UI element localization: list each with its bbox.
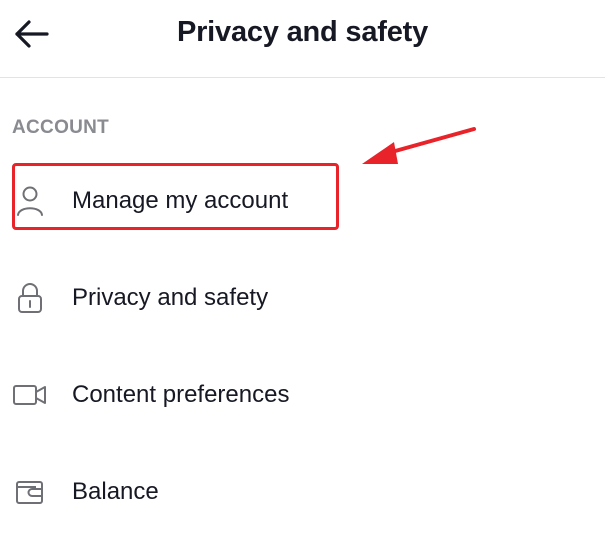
top-bar: Privacy and safety (0, 0, 605, 78)
menu-item-label: Balance (72, 478, 159, 505)
page-title: Privacy and safety (176, 16, 429, 48)
video-icon (12, 377, 48, 413)
annotation-arrow-icon (362, 127, 476, 164)
section-label-account: ACCOUNT (12, 117, 110, 138)
lock-icon (12, 280, 48, 316)
menu-item-balance[interactable]: Balance (0, 462, 605, 522)
menu-item-label: Content preferences (72, 381, 290, 408)
wallet-icon (12, 474, 48, 510)
menu-item-label: Privacy and safety (72, 284, 269, 311)
menu-item-privacy-safety[interactable]: Privacy and safety (0, 268, 605, 328)
menu-item-content-preferences[interactable]: Content preferences (0, 365, 605, 425)
highlight-box (12, 163, 339, 230)
